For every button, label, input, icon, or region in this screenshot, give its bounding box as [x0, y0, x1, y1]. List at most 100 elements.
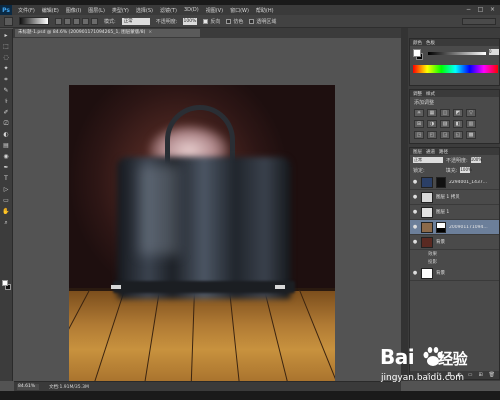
- gradient-map-icon[interactable]: ◱: [453, 131, 463, 139]
- blend-mode-select[interactable]: 正常: [413, 157, 443, 163]
- dither-label: 仿色: [233, 18, 244, 25]
- eye-icon[interactable]: ●: [412, 270, 418, 276]
- menu-file[interactable]: 文件(F): [18, 7, 35, 14]
- drop-shadow-row[interactable]: 投影: [410, 258, 499, 266]
- brush-tool-icon[interactable]: ✐: [2, 108, 11, 117]
- menu-3d[interactable]: 3D(D): [184, 7, 199, 14]
- gradient-tool-icon[interactable]: [4, 16, 13, 26]
- foreground-color-swatch[interactable]: [2, 280, 8, 286]
- document-size-info[interactable]: 文档:1.91M/35.3M: [49, 384, 89, 390]
- gradient-tool-icon[interactable]: ◉: [2, 152, 11, 161]
- fill-input[interactable]: 100%: [460, 167, 472, 173]
- eye-icon[interactable]: ●: [412, 179, 418, 185]
- vibrance-icon[interactable]: ▽: [466, 109, 476, 117]
- mode-select[interactable]: 正常: [121, 17, 150, 25]
- layer-row[interactable]: ● 图层 1: [410, 205, 499, 220]
- background-layer-row[interactable]: ● 背景: [410, 266, 499, 281]
- crop-tool-icon[interactable]: ⌗: [2, 75, 11, 84]
- tab-styles[interactable]: 样式: [426, 91, 435, 97]
- eye-icon[interactable]: ●: [412, 209, 418, 215]
- color-slider[interactable]: [428, 52, 486, 55]
- menu-edit[interactable]: 编辑(E): [42, 7, 59, 14]
- eye-icon[interactable]: ●: [412, 194, 418, 200]
- menu-window[interactable]: 窗口(W): [230, 7, 249, 14]
- history-brush-tool-icon[interactable]: ◐: [2, 130, 11, 139]
- minimize-icon[interactable]: −: [465, 6, 472, 13]
- reverse-checkbox[interactable]: [203, 18, 209, 24]
- document-canvas[interactable]: [69, 85, 335, 389]
- menu-select[interactable]: 选择(S): [136, 7, 153, 14]
- diamond-gradient-icon[interactable]: [91, 17, 98, 25]
- tab-channels[interactable]: 通道: [426, 149, 435, 155]
- tab-color[interactable]: 颜色: [413, 40, 422, 46]
- eyedropper-tool-icon[interactable]: ✎: [2, 86, 11, 95]
- menu-layer[interactable]: 图层(L): [88, 7, 105, 14]
- transparency-option[interactable]: 透明区域: [249, 18, 276, 25]
- transparency-checkbox[interactable]: [249, 18, 255, 24]
- layer-row[interactable]: ● 2294001_1437...: [410, 175, 499, 190]
- tab-paths[interactable]: 路径: [439, 149, 448, 155]
- color-balance-icon[interactable]: ◑: [427, 120, 437, 128]
- workspace-select[interactable]: [462, 17, 496, 25]
- dither-checkbox[interactable]: [226, 18, 232, 24]
- eraser-tool-icon[interactable]: ▤: [2, 141, 11, 150]
- radial-gradient-icon[interactable]: [64, 17, 71, 25]
- levels-icon[interactable]: ▦: [427, 109, 437, 117]
- healing-tool-icon[interactable]: ⚕: [2, 97, 11, 106]
- opacity-input[interactable]: 100%: [183, 17, 198, 25]
- exposure-icon[interactable]: ◩: [453, 109, 463, 117]
- selective-color-icon[interactable]: ▩: [466, 131, 476, 139]
- hue-saturation-icon[interactable]: ⊞: [414, 120, 424, 128]
- menu-type[interactable]: 类型(Y): [112, 7, 129, 14]
- tab-swatches[interactable]: 色板: [426, 40, 435, 46]
- color-slider-value[interactable]: 0: [489, 49, 499, 55]
- pen-tool-icon[interactable]: ✒: [2, 163, 11, 172]
- move-tool-icon[interactable]: ▸: [2, 31, 11, 40]
- marquee-tool-icon[interactable]: ⬚: [2, 42, 11, 51]
- layer-opacity-input[interactable]: 100%: [470, 157, 482, 163]
- quick-select-tool-icon[interactable]: ✦: [2, 64, 11, 73]
- tab-layers[interactable]: 图层: [413, 149, 422, 155]
- reverse-option[interactable]: 反向: [203, 18, 220, 25]
- channel-mixer-icon[interactable]: ▥: [466, 120, 476, 128]
- menu-image[interactable]: 图像(I): [66, 7, 81, 14]
- curves-icon[interactable]: ◫: [440, 109, 450, 117]
- collapsed-panel-strip: [401, 28, 408, 381]
- zoom-level-field[interactable]: 84.61%: [17, 383, 39, 390]
- type-tool-icon[interactable]: T: [2, 174, 11, 183]
- dither-option[interactable]: 仿色: [226, 18, 243, 25]
- panel-foreground-swatch[interactable]: [413, 49, 421, 57]
- angle-gradient-icon[interactable]: [73, 17, 80, 25]
- lasso-tool-icon[interactable]: ◌: [2, 53, 11, 62]
- maximize-icon[interactable]: □: [477, 6, 484, 13]
- photo-filter-icon[interactable]: ◧: [453, 120, 463, 128]
- tab-adjustments[interactable]: 调整: [413, 91, 422, 97]
- shape-tool-icon[interactable]: ▭: [2, 196, 11, 205]
- menu-help[interactable]: 帮助(H): [256, 7, 274, 14]
- document-tab[interactable]: 未标题-1.psd @ 84.6% (200901171094265_1, 图层…: [15, 29, 200, 37]
- layer-effects-row[interactable]: 效果: [410, 250, 499, 258]
- menu-filter[interactable]: 滤镜(T): [160, 7, 177, 14]
- invert-icon[interactable]: ◳: [414, 131, 424, 139]
- canvas-area[interactable]: [14, 38, 400, 389]
- layer-row-selected[interactable]: ● 200901171094...: [410, 220, 499, 235]
- brightness-icon[interactable]: ☀: [414, 109, 424, 117]
- linear-gradient-icon[interactable]: [55, 17, 62, 25]
- close-icon[interactable]: ×: [489, 6, 496, 13]
- layer-row[interactable]: ● 图层 1 拷贝: [410, 190, 499, 205]
- color-spectrum[interactable]: [413, 65, 498, 73]
- threshold-icon[interactable]: ◲: [440, 131, 450, 139]
- zoom-tool-icon[interactable]: ⌕: [2, 218, 11, 227]
- tab-close-icon[interactable]: ×: [148, 30, 152, 35]
- clone-stamp-tool-icon[interactable]: ⎚: [2, 119, 11, 128]
- eye-icon[interactable]: ●: [412, 239, 418, 245]
- hand-tool-icon[interactable]: ✋: [2, 207, 11, 216]
- posterize-icon[interactable]: ◰: [427, 131, 437, 139]
- path-select-tool-icon[interactable]: ▷: [2, 185, 11, 194]
- reflected-gradient-icon[interactable]: [82, 17, 89, 25]
- eye-icon[interactable]: ●: [412, 224, 418, 230]
- black-white-icon[interactable]: ▨: [440, 120, 450, 128]
- menu-view[interactable]: 视图(V): [206, 7, 223, 14]
- gradient-picker[interactable]: [19, 17, 49, 25]
- layer-row[interactable]: ● 背景: [410, 235, 499, 250]
